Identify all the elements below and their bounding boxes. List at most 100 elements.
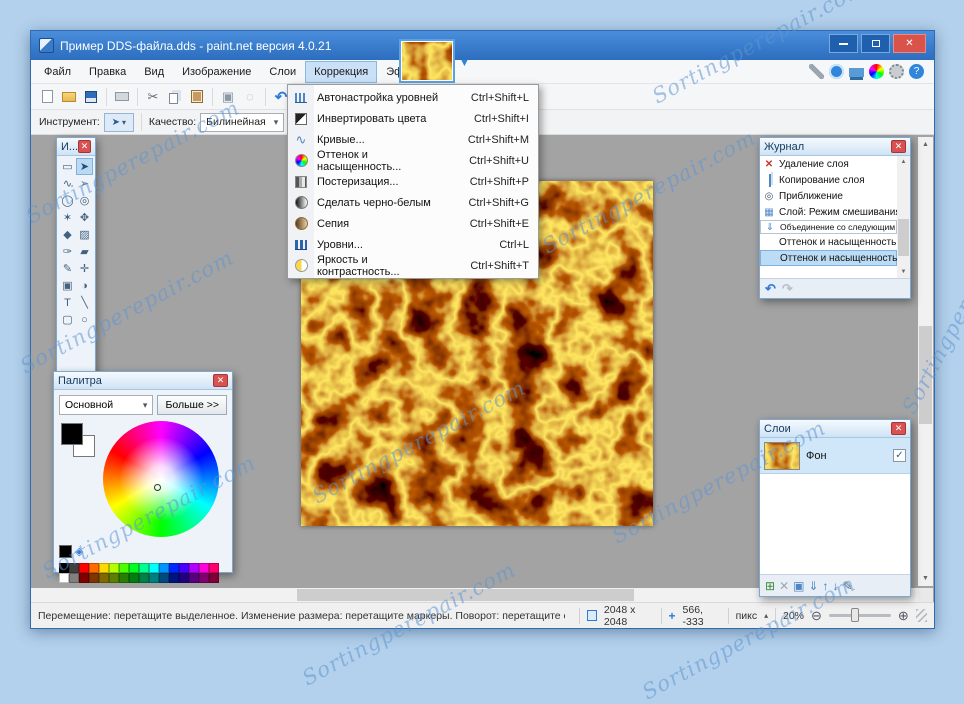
scroll-down-icon[interactable]: ▼ (918, 571, 933, 586)
palette-swatch[interactable] (129, 573, 139, 583)
move-layer-down-icon[interactable] (833, 579, 839, 593)
palette-swatch[interactable] (119, 563, 129, 573)
palette-swatch[interactable] (149, 563, 159, 573)
history-item[interactable]: Копирование слоя (760, 172, 897, 188)
menu-item-sepia[interactable]: Сепия Ctrl+Shift+E (288, 213, 538, 234)
units-select[interactable]: пикс (736, 610, 758, 622)
tool-line-curve[interactable] (76, 294, 93, 311)
deselect-icon[interactable] (240, 87, 260, 107)
history-panel-close-icon[interactable] (891, 140, 906, 153)
palette-swatch[interactable] (189, 563, 199, 573)
palette-swatch[interactable] (149, 573, 159, 583)
history-item[interactable]: Слой: Режим смешивания (760, 204, 897, 220)
menu-item-posterize[interactable]: Постеризация... Ctrl+Shift+P (288, 171, 538, 192)
print-icon[interactable] (112, 87, 132, 107)
settings-gear-icon[interactable] (889, 64, 904, 79)
palette-swatch[interactable] (199, 563, 209, 573)
menu-item-levels[interactable]: Уровни... Ctrl+L (288, 234, 538, 255)
history-item[interactable]: Приближение (760, 188, 897, 204)
palette-swatch[interactable] (59, 573, 69, 583)
open-file-icon[interactable] (59, 87, 79, 107)
layer-row[interactable]: Фон (760, 438, 910, 474)
history-scrollbar-thumb[interactable] (898, 219, 909, 256)
color-wheel[interactable] (103, 421, 219, 537)
palette-swatch[interactable] (69, 563, 79, 573)
menu-item-black-and-white[interactable]: Сделать черно-белым Ctrl+Shift+G (288, 192, 538, 213)
primary-color-swatch[interactable] (61, 423, 83, 445)
palette-swatch[interactable] (159, 573, 169, 583)
palette-swatch[interactable] (189, 573, 199, 583)
history-scrollbar[interactable]: ▲ ▼ (897, 156, 910, 278)
palette-swatch[interactable] (169, 573, 179, 583)
tool-rectangle-select[interactable] (59, 158, 76, 175)
help-icon[interactable] (909, 64, 924, 79)
layer-properties-icon[interactable] (843, 579, 853, 593)
history-item[interactable]: Объединение со следующим слоем (760, 220, 897, 234)
new-image-icon[interactable] (37, 87, 57, 107)
add-color-icon[interactable] (75, 542, 83, 560)
history-item[interactable]: Удаление слоя (760, 156, 897, 172)
image-list-thumbnail[interactable] (399, 39, 455, 83)
scroll-up-icon[interactable]: ▲ (897, 156, 910, 168)
primary-secondary-colors[interactable] (59, 421, 99, 465)
tools-toggle-icon[interactable] (809, 64, 824, 79)
merge-layer-down-icon[interactable] (808, 579, 818, 593)
maximize-button[interactable] (861, 34, 890, 53)
menu-item-auto-levels[interactable]: Автонастройка уровней Ctrl+Shift+L (288, 87, 538, 108)
tool-paintbrush[interactable] (59, 243, 76, 260)
horizontal-scrollbar-thumb[interactable] (297, 589, 634, 601)
tool-paint-bucket[interactable] (59, 226, 76, 243)
tools-panel-titlebar[interactable]: И... (57, 138, 95, 156)
menu-layers[interactable]: Слои (260, 61, 305, 83)
add-layer-icon[interactable] (765, 579, 775, 593)
history-item[interactable]: Оттенок и насыщенность (760, 234, 897, 250)
menu-item-invert-colors[interactable]: Инвертировать цвета Ctrl+Shift+I (288, 108, 538, 129)
palette-panel-close-icon[interactable] (213, 374, 228, 387)
current-color-swatch[interactable] (59, 545, 72, 558)
history-undo-icon[interactable] (765, 281, 776, 297)
units-caret-icon[interactable]: ▴ (764, 611, 768, 620)
palette-swatch[interactable] (179, 573, 189, 583)
tool-pencil[interactable] (59, 260, 76, 277)
vertical-scrollbar-thumb[interactable] (919, 326, 932, 425)
palette-swatch[interactable] (159, 563, 169, 573)
menu-image[interactable]: Изображение (173, 61, 260, 83)
palette-swatch[interactable] (209, 573, 219, 583)
layer-visibility-checkbox[interactable] (893, 449, 906, 462)
tool-clone-stamp[interactable] (59, 277, 76, 294)
delete-layer-icon[interactable] (779, 579, 789, 593)
tool-pan[interactable] (76, 209, 93, 226)
tool-gradient[interactable] (76, 226, 93, 243)
zoom-slider-thumb[interactable] (851, 608, 859, 622)
palette-swatch[interactable] (99, 563, 109, 573)
palette-swatch[interactable] (109, 563, 119, 573)
palette-swatch[interactable] (209, 563, 219, 573)
palette-swatch[interactable] (99, 573, 109, 583)
palette-toggle-icon[interactable] (869, 64, 884, 79)
tool-ellipse-select[interactable] (59, 192, 76, 209)
save-icon[interactable] (81, 87, 101, 107)
crop-icon[interactable] (218, 87, 238, 107)
menu-item-hue-saturation[interactable]: Оттенок и насыщенность... Ctrl+Shift+U (288, 150, 538, 171)
palette-swatch[interactable] (179, 563, 189, 573)
menu-view[interactable]: Вид (135, 61, 173, 83)
tool-move-selection[interactable] (76, 175, 93, 192)
tool-eraser[interactable] (76, 243, 93, 260)
palette-swatch[interactable] (169, 563, 179, 573)
tool-rectangle-shape[interactable] (59, 311, 76, 328)
zoom-out-icon[interactable] (811, 608, 822, 624)
copy-icon[interactable] (165, 87, 185, 107)
scroll-up-icon[interactable]: ▲ (918, 137, 933, 152)
zoom-slider[interactable] (829, 614, 891, 617)
current-tool-button[interactable] (104, 113, 134, 132)
color-wheel-marker[interactable] (154, 484, 161, 491)
palette-swatch[interactable] (89, 573, 99, 583)
history-panel-titlebar[interactable]: Журнал (760, 138, 910, 156)
image-list-chevron-icon[interactable]: ▼ (459, 57, 470, 69)
layers-panel-close-icon[interactable] (891, 422, 906, 435)
palette-panel-titlebar[interactable]: Палитра (54, 372, 232, 390)
tool-recolor[interactable] (76, 277, 93, 294)
duplicate-layer-icon[interactable] (793, 579, 804, 593)
palette-swatch[interactable] (89, 563, 99, 573)
palette-swatch[interactable] (69, 573, 79, 583)
